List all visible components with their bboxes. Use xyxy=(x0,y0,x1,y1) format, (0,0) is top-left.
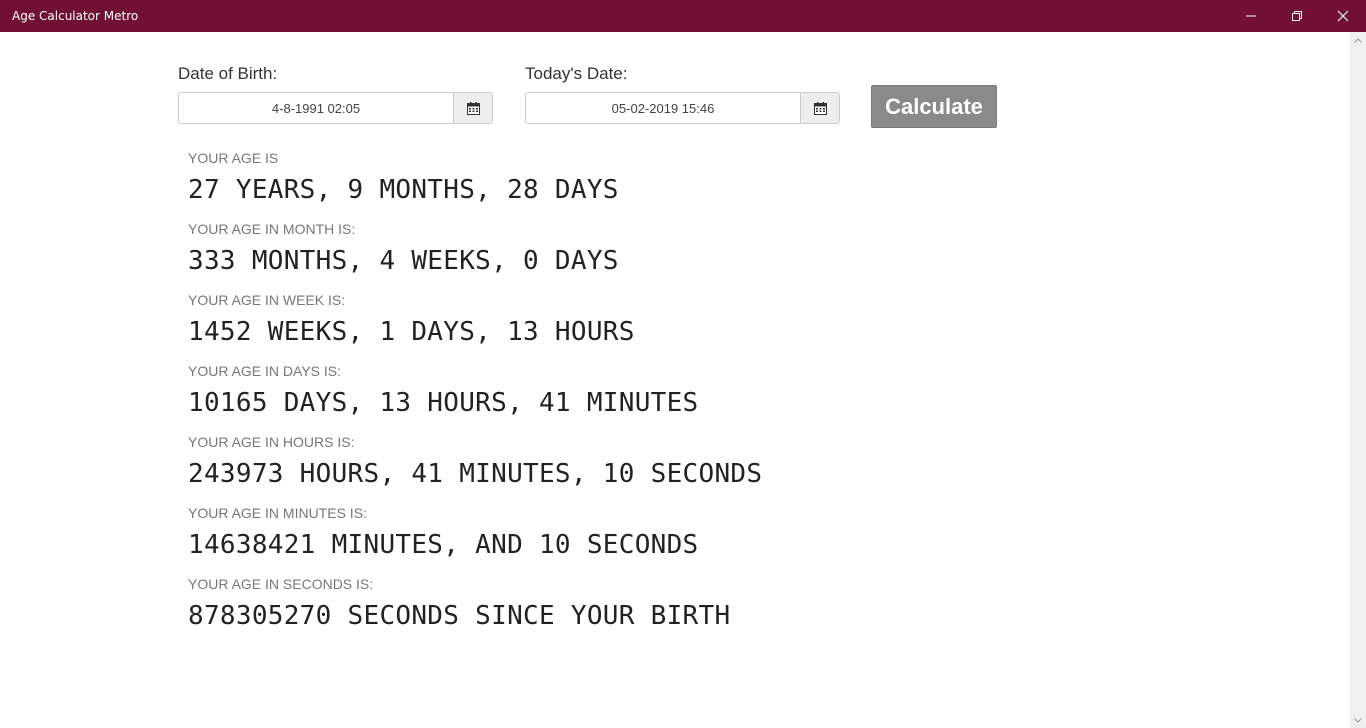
calendar-icon xyxy=(813,101,827,115)
restore-button[interactable] xyxy=(1274,0,1320,32)
scroll-up-icon[interactable] xyxy=(1350,32,1366,48)
age-days-value: 10165 DAYS, 13 HOURS, 41 MINUTES xyxy=(188,388,699,418)
age-hours-label: YOUR AGE IN HOURS IS: xyxy=(188,434,355,450)
restore-icon xyxy=(1292,11,1302,21)
age-hours-value: 243973 HOURS, 41 MINUTES, 10 SECONDS xyxy=(188,459,763,489)
close-icon xyxy=(1337,10,1349,22)
today-label: Today's Date: xyxy=(525,64,628,83)
age-label: YOUR AGE IS xyxy=(188,150,279,166)
age-minutes-value: 14638421 MINUTES, AND 10 SECONDS xyxy=(188,530,699,560)
today-picker[interactable] xyxy=(525,92,840,124)
minimize-button[interactable] xyxy=(1228,0,1274,32)
age-weeks-value: 1452 WEEKS, 1 DAYS, 13 HOURS xyxy=(188,317,635,347)
calendar-icon xyxy=(466,101,480,115)
scroll-down-icon[interactable] xyxy=(1350,712,1366,728)
age-seconds-label: YOUR AGE IN SECONDS IS: xyxy=(188,576,374,592)
age-days-label: YOUR AGE IN DAYS IS: xyxy=(188,363,342,379)
calculate-button[interactable]: Calculate xyxy=(871,85,997,128)
close-button[interactable] xyxy=(1320,0,1366,32)
today-input[interactable] xyxy=(526,93,800,123)
minimize-icon xyxy=(1246,15,1256,17)
dob-label: Date of Birth: xyxy=(178,64,278,83)
window-title: Age Calculator Metro xyxy=(12,9,139,23)
age-months-value: 333 MONTHS, 4 WEEKS, 0 DAYS xyxy=(188,246,619,276)
age-value: 27 YEARS, 9 MONTHS, 28 DAYS xyxy=(188,175,619,205)
dob-input[interactable] xyxy=(179,93,453,123)
age-minutes-label: YOUR AGE IN MINUTES IS: xyxy=(188,505,367,521)
age-weeks-label: YOUR AGE IN WEEK IS: xyxy=(188,292,346,308)
dob-calendar-button[interactable] xyxy=(453,93,492,123)
dob-picker[interactable] xyxy=(178,92,493,124)
title-bar: Age Calculator Metro xyxy=(0,0,1366,32)
age-seconds-value: 878305270 SECONDS SINCE YOUR BIRTH xyxy=(188,601,731,631)
results-panel: YOUR AGE IS 27 YEARS, 9 MONTHS, 28 DAYS … xyxy=(188,148,762,645)
today-calendar-button[interactable] xyxy=(800,93,839,123)
vertical-scrollbar[interactable] xyxy=(1350,32,1366,728)
age-months-label: YOUR AGE IN MONTH IS: xyxy=(188,221,356,237)
